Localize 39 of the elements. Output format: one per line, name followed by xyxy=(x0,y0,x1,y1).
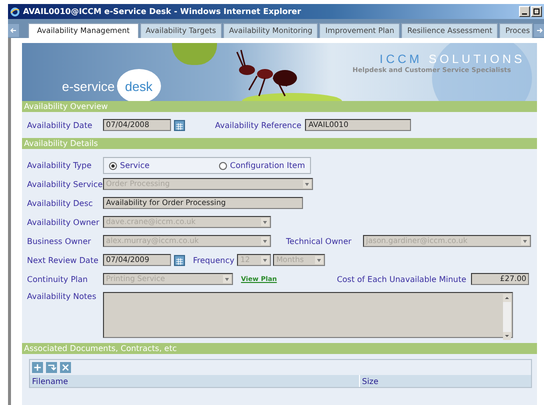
column-header[interactable]: Filename xyxy=(30,375,360,387)
field-label: Availability Service xyxy=(27,180,103,188)
calendar-icon[interactable] xyxy=(174,120,185,130)
company-name: SOLUTIONS xyxy=(428,52,525,66)
field-label: Business Owner xyxy=(27,236,92,246)
field-label: Availability Owner xyxy=(27,218,100,226)
field-label: Availability Date xyxy=(27,120,94,130)
notes-textarea[interactable] xyxy=(103,292,513,338)
field-label: Technical Owner xyxy=(286,236,352,246)
field-label: Availability Reference xyxy=(215,120,302,130)
add-button[interactable] xyxy=(32,362,43,373)
field-label: Cost of Each Unavailable Minute xyxy=(336,274,466,284)
scroll-right-button[interactable] xyxy=(534,24,544,37)
radio-label: Service xyxy=(120,161,150,170)
field-label: Next Review Date xyxy=(27,256,100,264)
section-header: Availability Overview xyxy=(22,101,537,112)
company-name: ICCM xyxy=(380,52,422,66)
arrow-icon[interactable] xyxy=(46,362,57,373)
field-label: Availability Desc xyxy=(27,198,94,208)
calendar-icon[interactable] xyxy=(174,254,185,266)
section-header: Availability Details xyxy=(22,138,537,149)
maximize-button[interactable] xyxy=(531,6,542,17)
radio-label: Configuration Item xyxy=(230,161,305,170)
field-label: Availability Notes xyxy=(27,292,98,301)
window-title: AVAIL0010@ICCM e-Service Desk - Windows Internet Explorer xyxy=(23,7,302,16)
leaf-drawing xyxy=(172,43,217,65)
field-label: Availability Type xyxy=(27,161,93,170)
radio-button[interactable] xyxy=(109,162,117,170)
field-label: Frequency xyxy=(193,256,234,264)
delete-button[interactable] xyxy=(60,362,71,373)
section-header: Associated Documents, Contracts, etc xyxy=(22,343,537,354)
product-name: e-service xyxy=(62,78,115,94)
minimize-button[interactable] xyxy=(519,6,530,17)
product-name: desk xyxy=(116,69,161,101)
field-label: Continuity Plan xyxy=(27,274,89,284)
column-header[interactable]: Size xyxy=(360,375,531,387)
scrollbar[interactable] xyxy=(503,294,511,340)
radio-button[interactable] xyxy=(218,162,227,170)
browser-logo-icon xyxy=(10,6,20,16)
